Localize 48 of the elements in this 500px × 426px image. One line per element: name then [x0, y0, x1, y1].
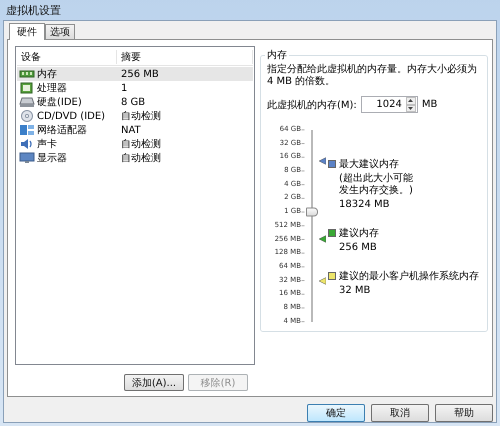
tab[interactable]: 选项	[45, 24, 75, 39]
column-header[interactable]: 摘要	[117, 50, 253, 64]
column-header[interactable]: 设备	[17, 50, 117, 64]
tab[interactable]: 硬件	[9, 23, 45, 40]
processor-chip-icon	[19, 82, 35, 94]
device-name: 硬盘(IDE)	[37, 96, 82, 109]
description: 指定分配给此虚拟机的内存量。内存大小必须为 4 MB 的倍数。	[267, 64, 478, 88]
legend-label: 最大建议内存	[339, 158, 400, 171]
group-title: 内存	[266, 48, 288, 62]
device-row[interactable]: 声卡 自动检测	[17, 137, 253, 151]
legend-note: (超出此大小可能发生内存交换。)	[339, 173, 414, 197]
device-row[interactable]: CD/DVD (IDE) 自动检测	[17, 109, 253, 123]
device-name: 内存	[37, 68, 57, 81]
device-summary: 自动检测	[121, 153, 161, 164]
legend-value: 256 MB	[339, 242, 378, 253]
monitor-icon	[19, 152, 35, 164]
device-button[interactable]: 添加(A)...	[124, 374, 184, 391]
device-row[interactable]: 处理器 1	[17, 81, 253, 95]
disc-icon	[19, 110, 35, 122]
device-name: 网络适配器	[37, 124, 87, 137]
memory-chip-icon	[19, 68, 35, 80]
device-row[interactable]: 硬盘(IDE) 8 GB	[17, 95, 253, 109]
device-summary: 8 GB	[121, 96, 146, 108]
legend-value: 32 MB	[339, 285, 372, 296]
field-label: 此虚拟机的内存(M):	[267, 98, 357, 112]
network-adapter-icon	[19, 124, 35, 136]
device-row[interactable]: 内存 256 MB	[17, 67, 253, 81]
window-title: 虚拟机设置	[6, 2, 61, 18]
dialog-button[interactable]: 帮助	[435, 404, 493, 422]
legend-value: 18324 MB	[339, 199, 390, 210]
device-summary: 256 MB	[121, 68, 159, 80]
dialog-button[interactable]: 取消	[371, 404, 429, 422]
device-summary: NAT	[121, 124, 141, 136]
device-name: 声卡	[37, 138, 57, 151]
hard-drive-icon	[19, 96, 35, 108]
unit-label: MB	[422, 99, 438, 110]
device-summary: 自动检测	[121, 139, 161, 150]
device-summary: 1	[121, 82, 128, 94]
device-row[interactable]: 显示器 自动检测	[17, 151, 253, 165]
slider-thumb[interactable]	[306, 208, 318, 217]
device-summary: 自动检测	[121, 111, 161, 122]
device-name: CD/DVD (IDE)	[37, 110, 106, 122]
legend-label: 建议内存	[339, 226, 379, 240]
dialog-button[interactable]: 确定	[307, 404, 365, 422]
device-name: 处理器	[37, 82, 67, 95]
legend-label: 建议的最小客户机操作系统内存	[339, 270, 479, 283]
device-name: 显示器	[37, 152, 67, 165]
device-row[interactable]: 网络适配器 NAT	[17, 123, 253, 137]
